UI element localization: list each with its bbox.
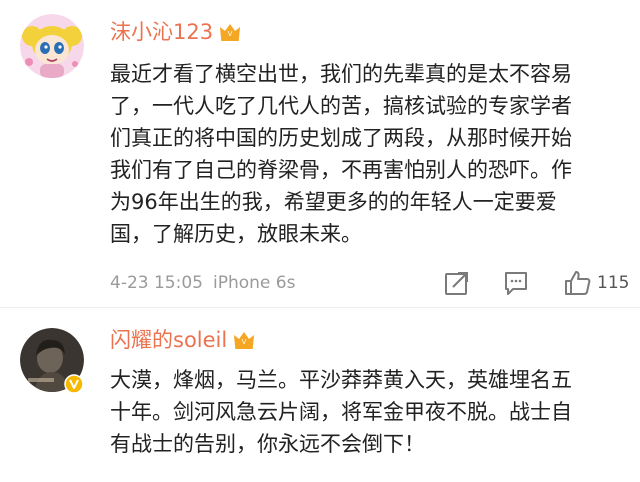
verified-badge-icon [64,374,84,394]
avatar[interactable] [20,14,84,78]
comment-text-line: 了，一代人吃了几代人的苦，搞核试验的专家学者 [110,94,572,118]
comment-meta: 4-23 15:05 iPhone 6s [110,271,295,295]
svg-text:V: V [242,338,247,346]
comment-time: 4-23 15:05 [110,273,203,293]
comment-text-line: 们真正的将中国的历史划成了两段，从那时候开始 [110,126,572,150]
comment-text-line: 国，了解历史，放眼未来。 [110,222,362,246]
comment-text: 最近才看了横空出世，我们的先辈真的是太不容易 了，一代人吃了几代人的苦，搞核试验… [110,58,630,250]
comment-button[interactable] [503,270,529,296]
comment-text-line: 我们有了自己的脊梁骨，不再害怕别人的恐吓。作 [110,158,572,182]
comment-icon [505,272,527,295]
username-text: 沫小沁123 [110,20,214,44]
username[interactable]: 沫小沁123 V [110,18,241,49]
comment-text-line: 大漠，烽烟，马兰。平沙莽莽黄入天，英雄埋名五 [110,368,572,392]
username[interactable]: 闪耀的soleil V [110,326,255,357]
svg-text:V: V [228,30,233,38]
comment-device: iPhone 6s [212,273,296,293]
comment-text-line: 十年。剑河风急云片阔，将军金甲夜不脱。战士自 [110,400,572,424]
comment-text-line: 最近才看了横空出世，我们的先辈真的是太不容易 [110,62,572,86]
comment-text: 大漠，烽烟，马兰。平沙莽莽黄入天，英雄埋名五 十年。剑河风急云片阔，将军金甲夜不… [110,364,630,460]
share-button[interactable] [444,270,470,296]
username-text: 闪耀的soleil [110,328,228,352]
comment-text-line: 有战士的告别，你永远不会倒下！ [110,432,425,456]
like-icon [565,271,591,295]
vip-crown-icon: V [233,329,255,357]
share-icon [445,272,468,295]
like-count: 115 [597,273,630,293]
like-button[interactable]: 115 [564,270,634,296]
vip-crown-icon: V [219,21,241,49]
avatar-cartoon-girl-icon [20,14,84,78]
comment-text-line: 为96年出生的我，希望更多的的年轻人一定要爱 [110,190,557,214]
comment-item: 沫小沁123 V 最近才看了横空出世，我们的先辈真的是太不容易 了，一代人吃了几代… [0,0,640,308]
comment-item: 闪耀的soleil V 大漠，烽烟，马兰。平沙莽莽黄入天，英雄埋名五 十年。剑河风… [0,308,640,482]
